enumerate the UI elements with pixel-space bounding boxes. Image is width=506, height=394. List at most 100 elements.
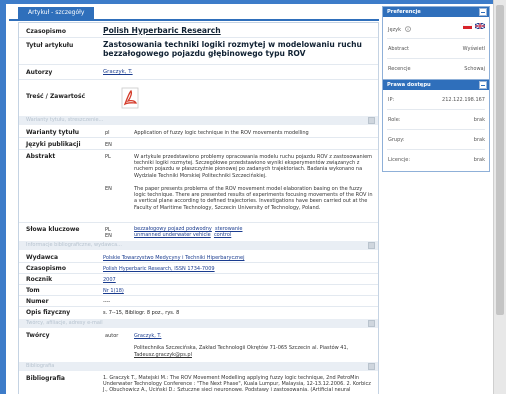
field-rocznik: Rocznik 2007 xyxy=(19,274,378,284)
collapse-icon[interactable] xyxy=(368,242,375,249)
field-tresc: Treść / Zawartość xyxy=(19,81,378,115)
scrollbar-thumb[interactable] xyxy=(496,5,504,315)
section-title: Warianty tytułu, streszczenie... xyxy=(26,117,104,123)
label-tworcy: Twórcy xyxy=(26,332,50,339)
tab-bar: Artykuł - szczegóły xyxy=(9,5,379,21)
lang-code: EN xyxy=(105,233,112,239)
groups-label: Grupy: xyxy=(388,137,405,143)
divider xyxy=(19,79,378,80)
access-rights-panel: Prawa dostępu IP: 212.122.198.167 Role: … xyxy=(382,79,490,172)
publisher-link[interactable]: Polskie Towarzystwo Medycyny i Techniki … xyxy=(103,255,244,261)
section-title: Twórcy, afiliacje, adresy e-mail xyxy=(26,320,103,326)
year-link[interactable]: 2007 xyxy=(103,277,116,283)
role-value: brak xyxy=(473,117,485,123)
field-warianty: Warianty tytułu pl Application of fuzzy … xyxy=(19,127,378,137)
ip-value: 212.122.198.167 xyxy=(442,97,485,103)
field-numer: Numer ---- xyxy=(19,296,378,306)
flag-pl-icon[interactable] xyxy=(462,22,486,30)
divider xyxy=(19,37,378,38)
pdf-icon[interactable] xyxy=(119,87,141,109)
minimize-icon[interactable] xyxy=(479,81,487,89)
label-tytul: Tytuł artykułu xyxy=(26,42,74,49)
creator-affiliation: Politechnika Szczecińska, Zakład Technol… xyxy=(134,345,349,351)
field-opis: Opis fizyczny s. 7--15, Bibliogr. 8 poz.… xyxy=(19,307,378,317)
creator-link[interactable]: Graczyk, T. xyxy=(134,333,161,339)
groups-value: brak xyxy=(473,137,485,143)
label-czasopismo: Czasopismo xyxy=(26,28,66,35)
creator-info: Graczyk, T. xyxy=(134,333,374,339)
access-ip: IP: 212.122.198.167 xyxy=(383,90,489,110)
journal-title-link[interactable]: Polish Hyperbaric Research xyxy=(103,26,363,35)
access-rights-title: Prawa dostępu xyxy=(387,82,431,88)
field-abstrakt: Abstrakt PL W artykule przedstawiono pro… xyxy=(19,151,378,221)
author-link[interactable]: Graczyk, T. xyxy=(103,69,133,75)
access-licenses: Licencje: brak xyxy=(383,150,489,170)
pref-reviews-label: Recencje xyxy=(388,66,411,72)
pref-reviews-toggle[interactable]: Schowaj xyxy=(464,66,485,72)
main-panel: Artykuł - szczegóły Czasopismo Polish Hy… xyxy=(9,5,379,394)
page-frame: Artykuł - szczegóły Czasopismo Polish Hy… xyxy=(6,4,500,394)
collapse-icon[interactable] xyxy=(368,363,375,370)
field-wydawca: Wydawca Polskie Towarzystwo Medycyny i T… xyxy=(19,252,378,262)
pref-abstract-toggle[interactable]: Wyświetl xyxy=(463,46,485,52)
info-icon xyxy=(404,26,411,32)
label-bibliografia: Bibliografia xyxy=(26,375,65,382)
section-header-creators[interactable]: Twórcy, afiliacje, adresy e-mail xyxy=(19,319,378,328)
label-numer: Numer xyxy=(26,298,49,305)
field-czasopismo-2: Czasopismo Polish Hyperbaric Research, I… xyxy=(19,263,378,273)
lang-code: pl xyxy=(105,130,110,136)
label-abstrakt: Abstrakt xyxy=(26,153,56,160)
field-tworcy: Twórcy autor Graczyk, T. Politechnika Sz… xyxy=(19,330,378,360)
divider xyxy=(19,137,378,138)
ip-label: IP: xyxy=(388,97,395,103)
access-groups: Grupy: brak xyxy=(383,130,489,150)
label-wydawca: Wydawca xyxy=(26,254,59,261)
section-header-bibliographic[interactable]: Informacje bibliograficzne, wydawca... xyxy=(19,241,378,250)
keyword-link[interactable]: control xyxy=(214,232,231,238)
lang-code: PL xyxy=(105,154,111,160)
collapse-icon[interactable] xyxy=(368,117,375,124)
lang-code: EN xyxy=(105,186,112,192)
abstract-pl: W artykule przedstawiono problemy opraco… xyxy=(134,154,373,179)
field-czasopismo: Czasopismo Polish Hyperbaric Research xyxy=(19,25,378,37)
language-flags xyxy=(462,22,486,31)
field-tom: Tom Nr 1(18) xyxy=(19,285,378,295)
abstract-en: The paper presents problems of the ROV m… xyxy=(134,186,373,211)
pref-language-label: Język xyxy=(388,26,411,33)
label-rocznik: Rocznik xyxy=(26,276,53,283)
field-tytul: Tytuł artykułu Zastosowania techniki log… xyxy=(19,39,378,63)
pref-abstract: Abstract Wyświetl xyxy=(383,39,489,59)
article-title: Zastosowania techniki logiki rozmytej w … xyxy=(103,40,362,58)
collapse-icon[interactable] xyxy=(368,320,375,327)
bibliography-text: 1. Graczyk T., Matejski M.: The ROV Move… xyxy=(103,375,371,394)
licenses-label: Licencje: xyxy=(388,157,411,163)
section-header-variants[interactable]: Warianty tytułu, streszczenie... xyxy=(19,116,378,125)
section-title: Bibliografia xyxy=(26,363,55,369)
licenses-value: brak xyxy=(473,157,485,163)
creator-email-link[interactable]: Tadeusz.graczyk@ps.pl xyxy=(134,352,374,358)
role-label: Role: xyxy=(388,117,401,123)
label-tresc: Treść / Zawartość xyxy=(26,93,86,100)
physical-description: s. 7--15, Bibliogr. 8 poz., rys. 8 xyxy=(103,310,180,316)
journal-issn-link[interactable]: Polish Hyperbaric Research, ISSN 1734-70… xyxy=(103,266,215,272)
pref-reviews: Recencje Schowaj xyxy=(383,59,489,79)
vertical-scrollbar[interactable] xyxy=(493,0,506,394)
section-header-bibliography[interactable]: Bibliografia xyxy=(19,362,378,371)
divider xyxy=(19,222,378,223)
pref-language: Język xyxy=(383,19,489,39)
preferences-title: Preferencje xyxy=(387,9,421,15)
pref-abstract-label: Abstract xyxy=(388,46,409,52)
label-czasopismo: Czasopismo xyxy=(26,265,66,272)
keyword-link[interactable]: unmanned underwater vehicle xyxy=(134,232,211,238)
tab-article-details[interactable]: Artykuł - szczegóły xyxy=(18,7,95,19)
label-tom: Tom xyxy=(26,287,40,294)
label-warianty: Warianty tytułu xyxy=(26,129,80,136)
field-jezyki: Języki publikacji EN xyxy=(19,139,378,149)
number-value: ---- xyxy=(103,299,111,305)
volume-link[interactable]: Nr 1(18) xyxy=(103,288,124,294)
minimize-icon[interactable] xyxy=(479,8,487,16)
field-slowa: Słowa kluczowe PL bezzałogowy pojazd pod… xyxy=(19,224,378,240)
creator-role: autor xyxy=(105,333,119,339)
field-autorzy: Autorzy Graczyk, T. xyxy=(19,66,378,78)
preferences-header: Preferencje xyxy=(383,7,489,17)
